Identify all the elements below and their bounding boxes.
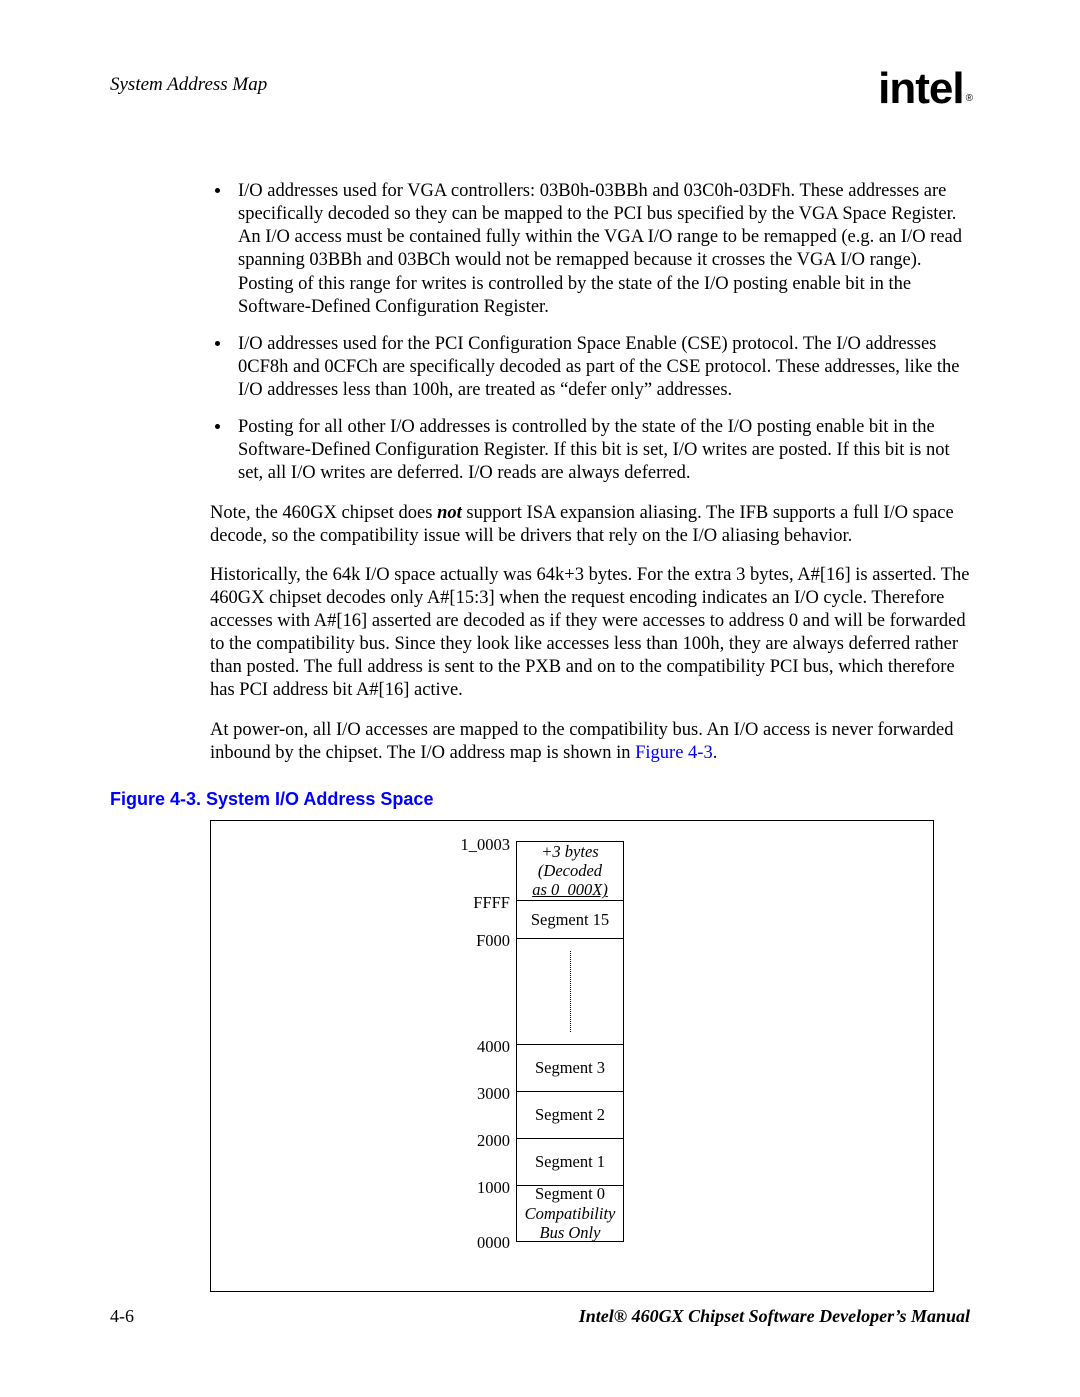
addr-1_0003: 1_0003 [461, 835, 511, 855]
address-column: +3 bytes (Decoded as 0_000X) Segment 15 … [516, 841, 624, 1242]
text: Bus Only [540, 1223, 601, 1242]
addr-0000: 0000 [477, 1233, 510, 1253]
cell-seg1: Segment 1 [517, 1139, 623, 1186]
intel-logo: intel® [878, 64, 970, 114]
figure-link[interactable]: Figure 4-3 [635, 743, 713, 763]
bullet-list: I/O addresses used for VGA controllers: … [210, 180, 970, 486]
text: Segment 0 [535, 1184, 605, 1203]
addr-F000: F000 [476, 931, 510, 951]
body-content: I/O addresses used for VGA controllers: … [210, 180, 970, 765]
text: Compatibility [525, 1204, 616, 1223]
cell-seg0: Segment 0 Compatibility Bus Only [517, 1186, 623, 1242]
addr-FFFF: FFFF [473, 893, 510, 913]
addr-1000: 1000 [477, 1178, 510, 1198]
page: System Address Map intel® I/O addresses … [0, 0, 1080, 1397]
cell-ellipsis [517, 939, 623, 1045]
cell-seg3: Segment 3 [517, 1045, 623, 1092]
page-footer: 4-6 Intel® 460GX Chipset Software Develo… [110, 1306, 970, 1327]
bullet-item: Posting for all other I/O addresses is c… [232, 416, 970, 485]
text: . [713, 743, 718, 763]
cell-seg15: Segment 15 [517, 901, 623, 939]
text: +3 bytes [541, 842, 598, 861]
cell-seg2: Segment 2 [517, 1092, 623, 1139]
addr-4000: 4000 [477, 1037, 510, 1057]
text: Note, the 460GX chipset does [210, 503, 437, 523]
figure-frame: +3 bytes (Decoded as 0_000X) Segment 15 … [210, 820, 934, 1292]
page-number: 4-6 [110, 1306, 134, 1327]
text: as 0_000X) [532, 880, 608, 899]
section-title: System Address Map [110, 74, 267, 96]
note-paragraph: Note, the 460GX chipset does not support… [210, 502, 970, 548]
addr-2000: 2000 [477, 1131, 510, 1151]
emph-not: not [437, 503, 462, 523]
cell-plus3: +3 bytes (Decoded as 0_000X) [517, 841, 623, 901]
bullet-item: I/O addresses used for the PCI Configura… [232, 333, 970, 402]
text: At power-on, all I/O accesses are mapped… [210, 720, 954, 763]
bullet-item: I/O addresses used for VGA controllers: … [232, 180, 970, 319]
io-address-diagram: +3 bytes (Decoded as 0_000X) Segment 15 … [446, 841, 726, 1271]
history-paragraph: Historically, the 64k I/O space actually… [210, 564, 970, 703]
addr-3000: 3000 [477, 1084, 510, 1104]
manual-title: Intel® 460GX Chipset Software Developer’… [579, 1306, 970, 1327]
text: (Decoded [538, 861, 602, 880]
poweron-paragraph: At power-on, all I/O accesses are mapped… [210, 719, 970, 765]
page-header: System Address Map intel® [110, 74, 970, 124]
figure-caption: Figure 4-3. System I/O Address Space [110, 789, 970, 810]
